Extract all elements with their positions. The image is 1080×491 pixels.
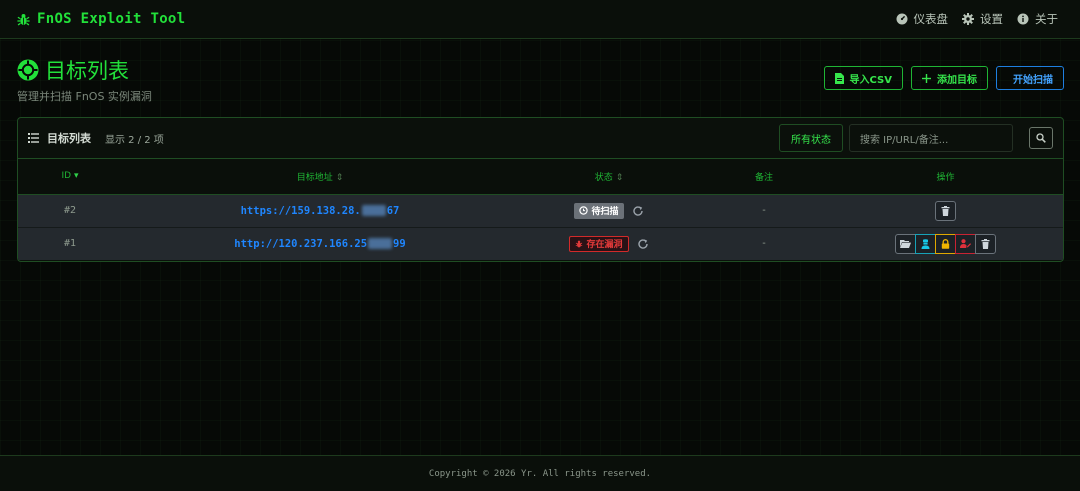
file-browser-button[interactable]: [895, 233, 916, 254]
nav-about[interactable]: 关于: [1017, 11, 1058, 27]
row-id: #2: [63, 205, 77, 216]
bug-icon: [16, 12, 31, 27]
col-status-header[interactable]: 状态 ⇕: [518, 159, 700, 195]
card-header: 目标列表 显示 2 / 2 项 所有状态 搜索 IP/URL/备注...: [18, 118, 1063, 159]
page-header: 目标列表 管理并扫描 FnOS 实例漏洞: [17, 55, 152, 104]
row-status: 待扫描: [518, 194, 700, 227]
nav-dashboard-label: 仪表盘: [913, 12, 949, 26]
footer: Copyright © 2026 Yr. All rights reserved…: [0, 455, 1080, 491]
search-button[interactable]: [1029, 127, 1053, 149]
start-scan-label: 开始扫描: [1013, 74, 1053, 86]
item-count: 显示 2 / 2 项: [105, 134, 164, 146]
nav-settings[interactable]: 设置: [962, 11, 1003, 27]
row-ops: [828, 226, 1063, 260]
add-target-button[interactable]: 添加目标: [911, 66, 988, 90]
plus-icon: [922, 73, 931, 83]
top-navbar: FnOS Exploit Tool 仪表盘 设置 关于: [0, 0, 1080, 39]
import-csv-label: 导入CSV: [849, 74, 892, 86]
table-header-row: ID ▾ 目标地址 ⇕ 状态 ⇕ 备注 操作: [18, 159, 1063, 195]
page-title: 目标列表: [45, 59, 129, 83]
table-row: #1 http://120.237.166.25 99 存在漏洞 -: [18, 226, 1063, 260]
search-input[interactable]: 搜索 IP/URL/备注...: [849, 124, 1013, 152]
status-filter-select[interactable]: 所有状态: [779, 124, 843, 152]
add-target-label: 添加目标: [937, 74, 977, 86]
nav-about-label: 关于: [1035, 12, 1058, 26]
nav-dashboard[interactable]: 仪表盘: [896, 11, 949, 27]
copyright-text: Copyright © 2026 Yr. All rights reserved…: [428, 468, 652, 479]
sort-icon: ⇕: [335, 172, 344, 183]
row-note: -: [700, 226, 828, 260]
lock-icon: [941, 238, 950, 249]
status-badge: 存在漏洞: [569, 235, 629, 252]
sort-desc-icon: ▾: [74, 171, 79, 182]
card-title: 目标列表: [47, 132, 91, 145]
folder-open-icon: [900, 239, 911, 249]
file-csv-icon: [834, 72, 844, 84]
row-status: 存在漏洞: [518, 226, 700, 260]
col-ops-header: 操作: [828, 159, 1063, 195]
bug-icon: [575, 240, 583, 248]
row-id: #1: [18, 226, 122, 260]
col-target-header[interactable]: 目标地址 ⇕: [122, 159, 518, 195]
brand[interactable]: FnOS Exploit Tool: [16, 11, 185, 27]
user-edit-icon: [960, 239, 971, 249]
credentials-button[interactable]: [935, 233, 956, 254]
row-target[interactable]: https://159.138.28. 67: [122, 194, 518, 227]
info-icon: [1017, 13, 1029, 25]
targets-table: ID ▾ 目标地址 ⇕ 状态 ⇕ 备注 操作 #2 https://159.138.2…: [18, 159, 1063, 260]
row-note: -: [760, 205, 768, 216]
import-csv-button[interactable]: 导入CSV: [823, 66, 903, 90]
col-id-header[interactable]: ID ▾: [18, 159, 122, 195]
nav-links: 仪表盘 设置 关于: [896, 11, 1065, 27]
terminal-button[interactable]: [915, 233, 936, 254]
refresh-icon[interactable]: [637, 238, 649, 250]
targets-card: 目标列表 显示 2 / 2 项 所有状态 搜索 IP/URL/备注... ID ▾…: [17, 117, 1064, 262]
trash-icon: [941, 205, 950, 216]
delete-button[interactable]: [975, 233, 996, 254]
search-icon: [1036, 133, 1046, 143]
clock-icon: [579, 206, 589, 215]
table-row: #2 https://159.138.28. 67 待扫描 -: [18, 194, 1063, 227]
row-ops: [828, 194, 1063, 227]
gear-icon: [962, 13, 974, 25]
crosshair-icon: [17, 59, 39, 81]
sort-icon: ⇕: [615, 172, 624, 183]
refresh-icon[interactable]: [632, 205, 644, 217]
row-target[interactable]: http://120.237.166.25 99: [122, 226, 518, 260]
status-badge: 待扫描: [574, 202, 624, 219]
exploit-button[interactable]: [955, 233, 976, 254]
target-link[interactable]: https://159.138.28. 67: [241, 205, 400, 217]
trash-icon: [981, 238, 990, 249]
nav-settings-label: 设置: [980, 12, 1003, 26]
page-subtitle: 管理并扫描 FnOS 实例漏洞: [17, 90, 152, 103]
col-note-header: 备注: [700, 159, 828, 195]
target-link[interactable]: http://120.237.166.25 99: [234, 238, 405, 250]
list-icon: [28, 133, 39, 143]
header-actions: 导入CSV 添加目标 开始扫描: [823, 66, 1064, 90]
redacted-mask: [361, 205, 386, 216]
delete-button[interactable]: [935, 200, 956, 221]
app-title: FnOS Exploit Tool: [37, 11, 186, 27]
redacted-mask: [368, 238, 393, 250]
user-shield-icon: [921, 239, 930, 249]
dashboard-icon: [896, 13, 908, 25]
start-scan-button[interactable]: 开始扫描: [996, 66, 1064, 90]
